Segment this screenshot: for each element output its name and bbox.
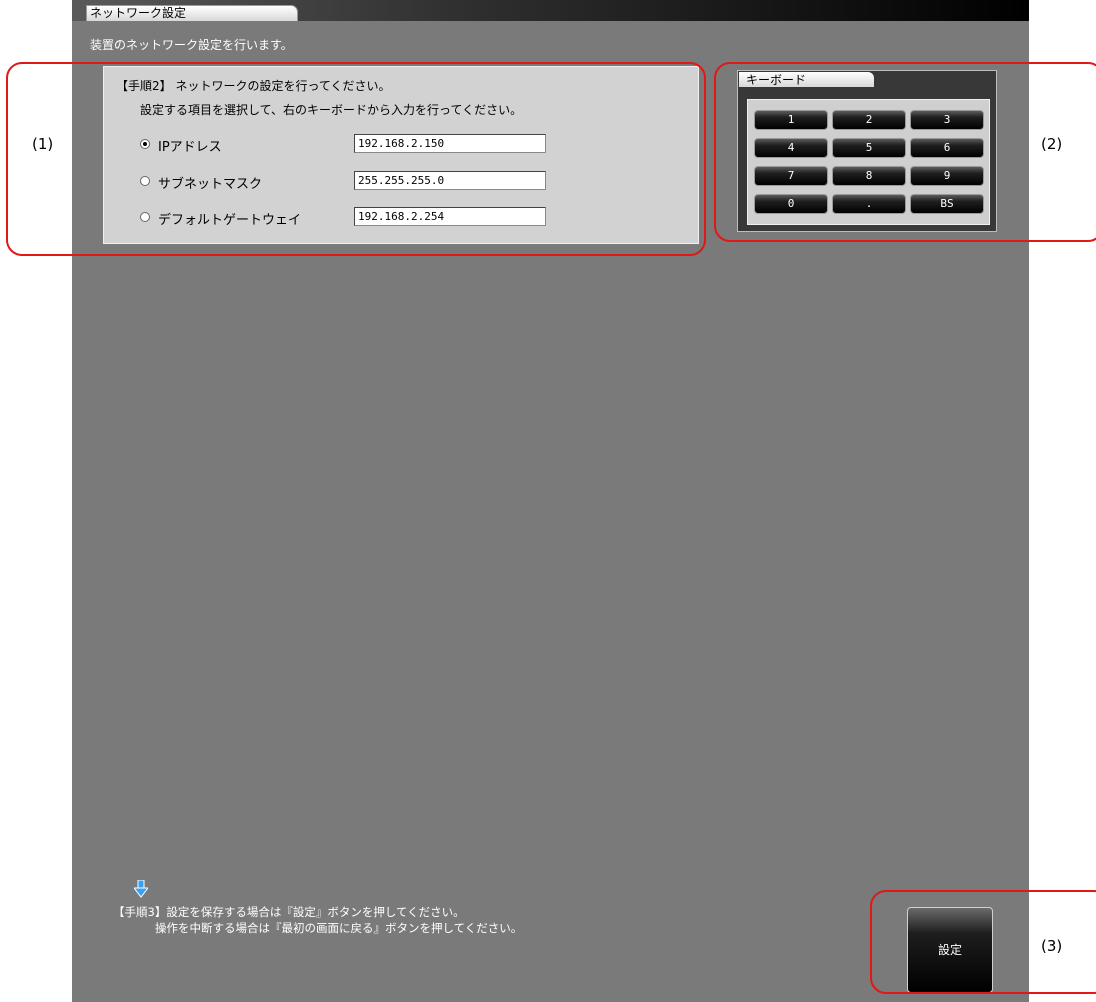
arrow-down-icon [134, 880, 148, 898]
callout-box-1 [6, 62, 706, 256]
step3-line2: 操作を中断する場合は『最初の画面に戻る』ボタンを押してください。 [155, 921, 523, 935]
callout-box-2 [714, 62, 1096, 242]
step3-instructions: 【手順3】設定を保存する場合は『設定』ボタンを押してください。 操作を中断する場… [113, 904, 522, 936]
callout-label-3: (3) [1041, 937, 1063, 955]
callout-label-2: (2) [1041, 135, 1063, 153]
callout-label-1: (1) [32, 135, 54, 153]
window-title: ネットワーク設定 [90, 6, 187, 20]
step3-line1: 【手順3】設定を保存する場合は『設定』ボタンを押してください。 [113, 905, 465, 919]
page-subtitle: 装置のネットワーク設定を行います。 [90, 38, 293, 52]
